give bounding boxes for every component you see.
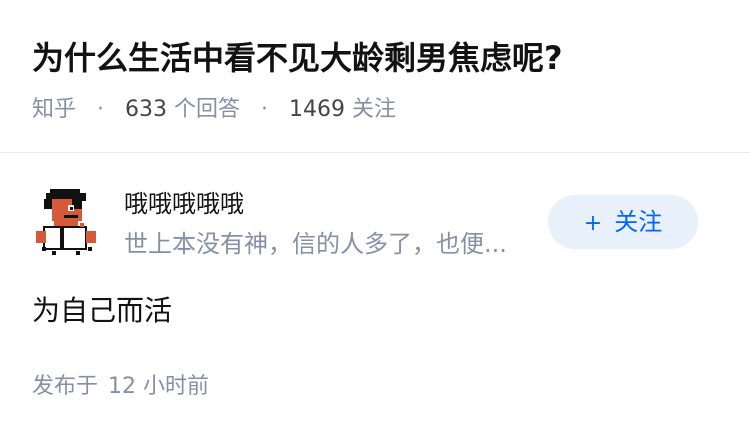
author-name[interactable]: 哦哦哦哦哦 <box>124 187 244 221</box>
answer-card: 哦哦哦哦哦 世上本没有神，信的人多了，也便... + 关注 为自己而活 发布于 12… <box>0 153 750 438</box>
answer-count-label: 个回答 <box>174 97 241 122</box>
question-title[interactable]: 为什么生活中看不见大龄剩男焦虑呢? <box>32 36 722 80</box>
avatar[interactable] <box>32 187 104 259</box>
question-meta: 知乎 · 633 个回答 · 1469 关注 <box>32 94 396 126</box>
answer-content[interactable]: 为自己而活 <box>32 291 172 331</box>
meta-separator: · <box>261 97 269 122</box>
follower-count-label: 关注 <box>352 97 397 122</box>
pixel-character-avatar-icon <box>32 187 104 259</box>
plus-icon: + <box>583 211 603 236</box>
follow-button-label: 关注 <box>614 208 663 236</box>
published-time: 12 小时前 <box>108 374 210 399</box>
source-label[interactable]: 知乎 <box>32 97 76 122</box>
answer-count: 633 <box>125 97 168 122</box>
meta-separator: · <box>97 97 105 122</box>
author-bio: 世上本没有神，信的人多了，也便... <box>124 230 507 258</box>
follow-button[interactable]: + 关注 <box>548 195 698 249</box>
published-label: 发布于 <box>32 374 99 399</box>
zhihu-answer-page: 为什么生活中看不见大龄剩男焦虑呢? 知乎 · 633 个回答 · 1469 关注 <box>0 0 750 438</box>
answer-publish-time: 发布于 12 小时前 <box>32 371 209 403</box>
follower-count: 1469 <box>289 97 346 122</box>
question-header: 为什么生活中看不见大龄剩男焦虑呢? 知乎 · 633 个回答 · 1469 关注 <box>0 0 750 153</box>
